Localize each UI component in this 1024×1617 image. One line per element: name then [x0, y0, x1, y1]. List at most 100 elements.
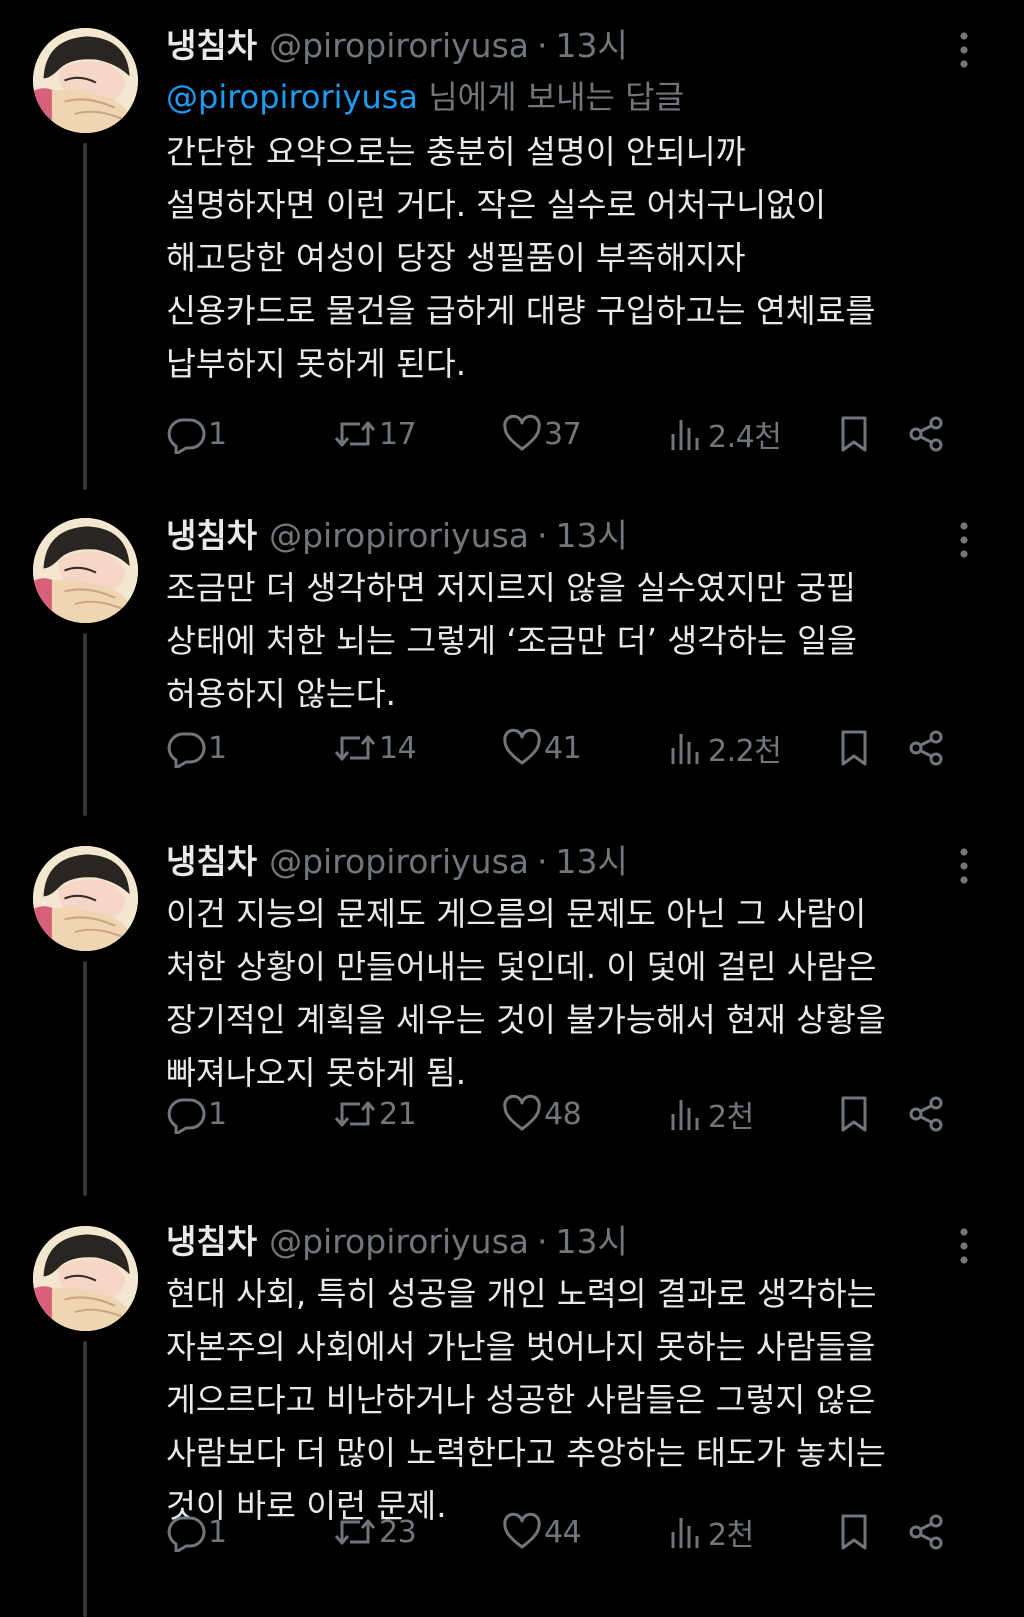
more-vertical-icon[interactable]: [958, 30, 970, 70]
heart-icon: [502, 1512, 542, 1552]
like-button[interactable]: 48: [502, 1092, 582, 1136]
separator-dot: ·: [537, 26, 548, 65]
avatar[interactable]: [33, 28, 138, 133]
tweet-actions: 1 21 48 2천: [166, 1092, 984, 1136]
tweet-time[interactable]: 13시: [556, 1218, 628, 1266]
thread-connector-line: [83, 961, 87, 1196]
tweet-body: 냉침차 @piropiroriyusa · 13시 현대 사회, 특히 성공을 …: [166, 1218, 984, 1533]
tweet-text-line: 자본주의 사회에서 가난을 벗어나지 못하는 사람들을: [166, 1328, 876, 1366]
tweet-time[interactable]: 13시: [556, 512, 628, 560]
reply-bubble-icon: [166, 414, 206, 454]
retweet-icon: [333, 1512, 377, 1552]
thread: 냉침차 @piropiroriyusa · 13시 @piropiroriyus…: [0, 0, 1024, 1617]
views-count: 2천: [708, 1518, 754, 1553]
tweet-time[interactable]: 13시: [556, 838, 628, 886]
retweet-count: 14: [379, 730, 417, 766]
reply-button[interactable]: 1: [166, 1510, 227, 1554]
tweet-body: 냉침차 @piropiroriyusa · 13시 이건 지능의 문제도 게으름…: [166, 838, 984, 1100]
share-button[interactable]: [906, 726, 946, 770]
retweet-count: 21: [379, 1096, 417, 1132]
views-button[interactable]: 2천: [666, 1510, 754, 1554]
reply-button[interactable]: 1: [166, 1092, 227, 1136]
tweet-header: 냉침차 @piropiroriyusa · 13시: [166, 512, 984, 560]
tweet-text-line: 상태에 처한 뇌는 그렇게 ‘조금만 더’ 생각하는 일을: [166, 622, 857, 660]
separator-dot: ·: [537, 1222, 548, 1261]
tweet-text-line: 사람보다 더 많이 노력한다고 추앙하는 태도가 놓치는: [166, 1434, 886, 1472]
separator-dot: ·: [537, 516, 548, 555]
like-count: 41: [544, 730, 582, 766]
reply-count: 1: [208, 1514, 227, 1550]
tweet-text-line: 신용카드로 물건을 급하게 대량 구입하고는 연체료를: [166, 292, 876, 330]
tweet[interactable]: 냉침차 @piropiroriyusa · 13시 이건 지능의 문제도 게으름…: [0, 816, 1024, 1196]
separator-dot: ·: [537, 842, 548, 881]
like-button[interactable]: 44: [502, 1510, 582, 1554]
author-name[interactable]: 냉침차: [166, 1218, 257, 1266]
like-button[interactable]: 37: [502, 412, 582, 456]
retweet-button[interactable]: 17: [333, 412, 417, 456]
reply-count: 1: [208, 1096, 227, 1132]
author-handle[interactable]: @piropiroriyusa: [269, 22, 529, 70]
retweet-button[interactable]: 23: [333, 1510, 417, 1554]
bookmark-button[interactable]: [834, 726, 874, 770]
views-button[interactable]: 2천: [666, 1092, 754, 1136]
like-button[interactable]: 41: [502, 726, 582, 770]
tweet-text-line: 허용하지 않는다.: [166, 675, 396, 713]
tweet-text-line: 장기적인 계획을 세우는 것이 불가능해서 현재 상황을: [166, 1001, 886, 1039]
retweet-count: 17: [379, 416, 417, 452]
avatar[interactable]: [33, 846, 138, 951]
reply-button[interactable]: 1: [166, 412, 227, 456]
tweet-text-line: 해고당한 여성이 당장 생필품이 부족해지자: [166, 239, 746, 277]
views-button[interactable]: 2.2천: [666, 726, 782, 770]
tweet[interactable]: 냉침차 @piropiroriyusa · 13시 현대 사회, 특히 성공을 …: [0, 1196, 1024, 1617]
retweet-icon: [333, 1094, 377, 1134]
bookmark-button[interactable]: [834, 1092, 874, 1136]
like-count: 48: [544, 1096, 582, 1132]
bookmark-button[interactable]: [834, 1510, 874, 1554]
views-count: 2.4천: [708, 420, 782, 455]
tweet-header: 냉침차 @piropiroriyusa · 13시: [166, 1218, 984, 1266]
reply-button[interactable]: 1: [166, 726, 227, 770]
retweet-button[interactable]: 21: [333, 1092, 417, 1136]
tweet-text-line: 설명하자면 이런 거다. 작은 실수로 어처구니없이: [166, 186, 826, 224]
thread-connector-line: [83, 143, 87, 490]
more-vertical-icon[interactable]: [958, 520, 970, 560]
views-button[interactable]: 2.4천: [666, 412, 782, 456]
reply-bubble-icon: [166, 1094, 206, 1134]
like-count: 37: [544, 416, 582, 452]
tweet-header: 냉침차 @piropiroriyusa · 13시: [166, 22, 984, 70]
views-bar-chart-icon: [666, 414, 706, 454]
replying-to-mention[interactable]: @piropiroriyusa: [166, 78, 418, 116]
tweet-text-line: 이건 지능의 문제도 게으름의 문제도 아닌 그 사람이: [166, 895, 867, 933]
tweet-text-line: 납부하지 못하게 된다.: [166, 345, 467, 383]
more-vertical-icon[interactable]: [958, 1226, 970, 1266]
tweet-text: 간단한 요약으로는 충분히 설명이 안되니까 설명하자면 이런 거다. 작은 실…: [166, 126, 984, 391]
heart-icon: [502, 1094, 542, 1134]
tweet-text-line: 조금만 더 생각하면 저지르지 않을 실수였지만 궁핍: [166, 569, 856, 607]
tweet-text: 조금만 더 생각하면 저지르지 않을 실수였지만 궁핍 상태에 처한 뇌는 그렇…: [166, 562, 984, 721]
author-name[interactable]: 냉침차: [166, 512, 257, 560]
author-name[interactable]: 냉침차: [166, 22, 257, 70]
more-vertical-icon[interactable]: [958, 846, 970, 886]
reply-bubble-icon: [166, 1512, 206, 1552]
reply-count: 1: [208, 730, 227, 766]
author-name[interactable]: 냉침차: [166, 838, 257, 886]
avatar[interactable]: [33, 518, 138, 623]
author-handle[interactable]: @piropiroriyusa: [269, 838, 529, 886]
heart-icon: [502, 414, 542, 454]
tweet[interactable]: 냉침차 @piropiroriyusa · 13시 @piropiroriyus…: [0, 0, 1024, 490]
author-handle[interactable]: @piropiroriyusa: [269, 1218, 529, 1266]
retweet-button[interactable]: 14: [333, 726, 417, 770]
tweet-text-line: 처한 상황이 만들어내는 덫인데. 이 덫에 걸린 사람은: [166, 948, 877, 986]
bookmark-button[interactable]: [834, 412, 874, 456]
tweet-body: 냉침차 @piropiroriyusa · 13시 조금만 더 생각하면 저지르…: [166, 512, 984, 721]
share-button[interactable]: [906, 1092, 946, 1136]
tweet-time[interactable]: 13시: [556, 22, 628, 70]
avatar[interactable]: [33, 1226, 138, 1331]
tweet[interactable]: 냉침차 @piropiroriyusa · 13시 조금만 더 생각하면 저지르…: [0, 490, 1024, 816]
views-count: 2.2천: [708, 734, 782, 769]
share-button[interactable]: [906, 1510, 946, 1554]
retweet-count: 23: [379, 1514, 417, 1550]
author-handle[interactable]: @piropiroriyusa: [269, 512, 529, 560]
views-count: 2천: [708, 1100, 754, 1135]
share-button[interactable]: [906, 412, 946, 456]
